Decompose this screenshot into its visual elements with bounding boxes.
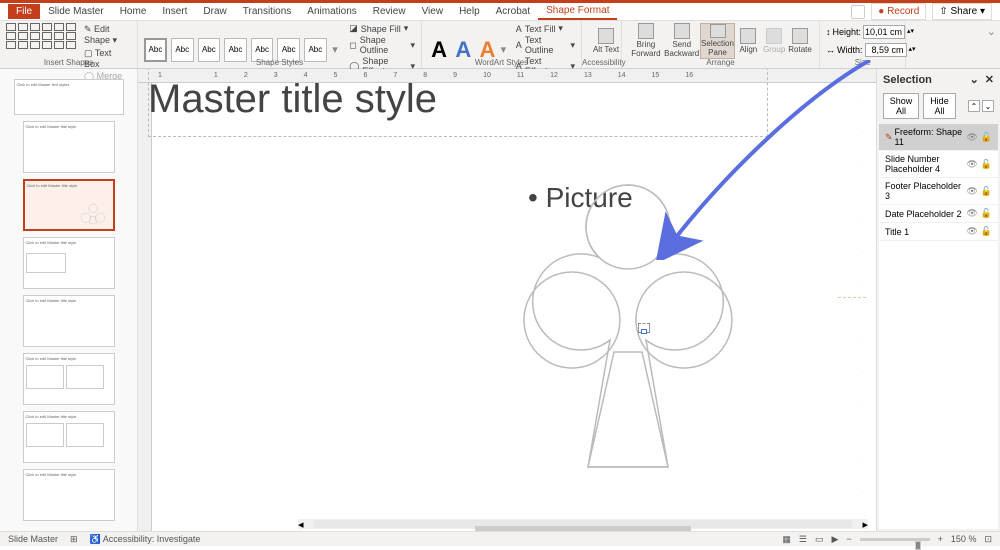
fit-to-window-button[interactable]: ⊡ bbox=[984, 534, 992, 545]
status-bar: Slide Master ⊞ ♿ Accessibility: Investig… bbox=[0, 531, 1000, 546]
visibility-icon[interactable]: 👁 bbox=[966, 226, 977, 237]
shape-styles-more[interactable]: ▾ bbox=[331, 43, 340, 56]
tab-file[interactable]: File bbox=[8, 4, 40, 19]
selection-pane-button[interactable]: Selection Pane bbox=[700, 23, 736, 59]
ribbon-tabs: File Slide Master Home Insert Draw Trans… bbox=[0, 3, 1000, 21]
close-icon[interactable]: ✕ bbox=[985, 74, 994, 86]
freeform-club-shape[interactable] bbox=[518, 177, 738, 487]
group-label-wordart: WordArt Styles bbox=[422, 58, 581, 67]
freeform-edit-point[interactable] bbox=[638, 323, 650, 333]
visibility-icon[interactable]: 👁 bbox=[966, 208, 977, 219]
lock-icon[interactable]: 🔓 bbox=[981, 226, 992, 237]
group-label-insert-shapes: Insert Shapes bbox=[0, 58, 137, 67]
layout-thumb[interactable]: Click to edit Master title style bbox=[23, 469, 115, 521]
bring-forward-button[interactable]: Bring Forward bbox=[628, 23, 664, 59]
visibility-icon[interactable]: 👁 bbox=[966, 159, 977, 170]
width-input[interactable] bbox=[865, 43, 907, 57]
show-all-button[interactable]: Show All bbox=[883, 93, 919, 119]
view-normal-icon[interactable]: ▦ bbox=[782, 534, 791, 545]
status-mode: Slide Master bbox=[8, 534, 58, 544]
shape-outline-button[interactable]: ◻ Shape Outline ▾ bbox=[349, 35, 415, 55]
move-down-button[interactable]: ⌄ bbox=[982, 100, 994, 112]
lock-icon[interactable]: 🔓 bbox=[981, 159, 992, 170]
record-button[interactable]: ● Record bbox=[871, 3, 926, 20]
layout-thumb[interactable]: Click to edit Master title style bbox=[23, 179, 115, 231]
layout-thumb[interactable]: Click to edit Master title style bbox=[23, 237, 115, 289]
edit-shape-button[interactable]: ✎ Edit Shape ▾ bbox=[82, 23, 131, 47]
send-backward-button[interactable]: Send Backward bbox=[664, 23, 700, 59]
layout-thumb[interactable]: Click to edit Master title style bbox=[23, 411, 115, 463]
ribbon-collapse[interactable]: ⌄ bbox=[983, 21, 1000, 68]
lock-icon[interactable]: 🔓 bbox=[981, 208, 992, 219]
shape-fill-button[interactable]: ◪ Shape Fill ▾ bbox=[349, 23, 415, 34]
group-label-size: Size bbox=[820, 58, 905, 67]
rotate-button[interactable]: Rotate bbox=[787, 23, 813, 59]
selection-pane-dropdown[interactable]: ⌄ bbox=[970, 74, 979, 86]
selection-item[interactable]: Footer Placeholder 3 👁🔓 bbox=[879, 178, 998, 205]
group-button: Group bbox=[761, 23, 787, 59]
slide[interactable]: Master title style • Picture bbox=[158, 87, 838, 527]
height-input[interactable] bbox=[863, 25, 905, 39]
align-button[interactable]: Align bbox=[735, 23, 761, 59]
tab-animations[interactable]: Animations bbox=[299, 4, 364, 19]
master-thumb[interactable]: Click to edit Master text styles bbox=[14, 79, 124, 115]
horizontal-scrollbar[interactable]: ◂▸ bbox=[298, 519, 868, 529]
height-icon: ↕ bbox=[826, 27, 831, 37]
height-spinner[interactable]: ▴▾ bbox=[907, 29, 914, 35]
visibility-icon[interactable]: 👁 bbox=[966, 186, 977, 197]
visibility-icon[interactable]: 👁 bbox=[966, 132, 977, 143]
selection-item[interactable]: Slide Number Placeholder 4 👁🔓 bbox=[879, 151, 998, 178]
mic-icon[interactable] bbox=[851, 5, 865, 19]
accessibility-status[interactable]: ♿ Accessibility: Investigate bbox=[90, 534, 201, 545]
layout-thumb[interactable]: Click to edit Master title style bbox=[23, 121, 115, 173]
width-spinner[interactable]: ▴▾ bbox=[909, 47, 916, 53]
selection-item[interactable]: ✎Freeform: Shape 11 👁🔓 bbox=[879, 124, 998, 151]
selection-item[interactable]: Date Placeholder 2 👁🔓 bbox=[879, 205, 998, 223]
tab-review[interactable]: Review bbox=[365, 4, 414, 19]
lang-icon[interactable]: ⊞ bbox=[70, 534, 78, 545]
slide-title-text: Master title style bbox=[148, 77, 437, 122]
edit-marker-icon: ✎ bbox=[885, 132, 893, 143]
lock-icon[interactable]: 🔓 bbox=[981, 186, 992, 197]
height-label: Height: bbox=[833, 27, 862, 37]
layout-thumb[interactable]: Click to edit Master title style bbox=[23, 353, 115, 405]
zoom-level[interactable]: 150 % bbox=[951, 534, 977, 544]
tab-slide-master[interactable]: Slide Master bbox=[40, 4, 112, 19]
group-label-shape-styles: Shape Styles bbox=[138, 58, 421, 67]
selection-pane: Selection ⌄✕ Show All Hide All ⌃ ⌄ ✎Free… bbox=[876, 69, 1000, 531]
wordart-more[interactable]: ▾ bbox=[501, 43, 510, 56]
width-icon: ↔ bbox=[826, 45, 835, 55]
move-up-button[interactable]: ⌃ bbox=[968, 100, 980, 112]
width-label: Width: bbox=[837, 45, 863, 55]
tab-shape-format[interactable]: Shape Format bbox=[538, 3, 617, 20]
view-reading-icon[interactable]: ▭ bbox=[815, 534, 824, 545]
share-button[interactable]: ⇧ Share ▾ bbox=[932, 3, 992, 20]
canvas-area: 112345678910111213141516 Master title st… bbox=[138, 69, 876, 531]
group-label-arrange: Arrange bbox=[622, 58, 819, 67]
lock-icon[interactable]: 🔓 bbox=[981, 132, 992, 143]
tab-acrobat[interactable]: Acrobat bbox=[488, 4, 538, 19]
group-label-accessibility: Accessibility bbox=[582, 58, 621, 67]
alt-text-button[interactable]: Alt Text bbox=[588, 23, 624, 59]
text-outline-button[interactable]: A Text Outline ▾ bbox=[516, 35, 575, 55]
view-notes-icon[interactable]: ☰ bbox=[799, 534, 807, 545]
tab-insert[interactable]: Insert bbox=[154, 4, 195, 19]
zoom-in-button[interactable]: + bbox=[938, 534, 943, 544]
selection-item[interactable]: Title 1 👁🔓 bbox=[879, 223, 998, 241]
hide-all-button[interactable]: Hide All bbox=[923, 93, 956, 119]
ribbon: ✎ Edit Shape ▾ ▢ Text Box ◯ Merge Shapes… bbox=[0, 21, 1000, 69]
tab-transitions[interactable]: Transitions bbox=[235, 4, 300, 19]
slide-thumbnails: Click to edit Master text styles Click t… bbox=[0, 69, 138, 531]
view-slideshow-icon[interactable]: ▶ bbox=[831, 534, 838, 545]
tab-draw[interactable]: Draw bbox=[195, 4, 234, 19]
tab-view[interactable]: View bbox=[414, 4, 452, 19]
zoom-out-button[interactable]: − bbox=[846, 534, 851, 544]
vertical-ruler bbox=[138, 83, 152, 531]
tab-help[interactable]: Help bbox=[451, 4, 488, 19]
layout-thumb[interactable]: Click to edit Master title style bbox=[23, 295, 115, 347]
text-fill-button[interactable]: A Text Fill ▾ bbox=[516, 23, 575, 34]
tab-home[interactable]: Home bbox=[112, 4, 155, 19]
zoom-slider[interactable] bbox=[860, 538, 930, 541]
selection-pane-title: Selection bbox=[883, 74, 932, 86]
